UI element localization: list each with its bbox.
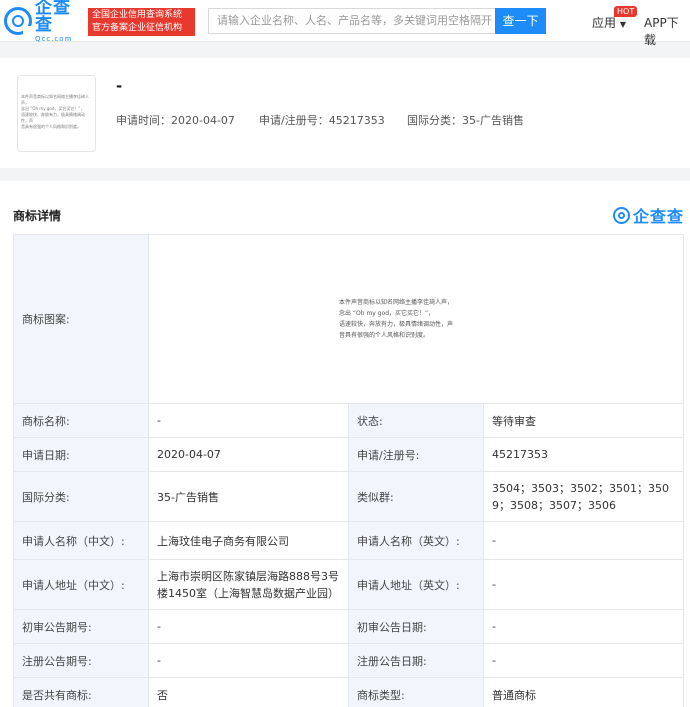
row-label: 申请人地址（中文）: [13, 559, 149, 610]
table-row: 初审公告期号: - 初审公告日期: - [13, 609, 685, 644]
trademark-image[interactable]: 本件声音商标以知名网络主播李佳琦人声， 念出 “Oh my god，买它买它！”… [147, 234, 685, 404]
qcc-logo[interactable]: 企查查 Qcc.com [4, 0, 86, 42]
trademark-details-table: 商标图案: 本件声音商标以知名网络主播李佳琦人声， 念出 “Oh my god，… [13, 234, 685, 707]
trademark-details-section: 商标详情 企查查 商标图案: 本件声音商标以知名网络主播李佳琦人声， 念出 “O… [0, 181, 690, 707]
brand-name: 企查查 [633, 207, 685, 226]
status-value: 等待审查 [482, 403, 685, 438]
trademark-image-text: 本件声音商标以知名网络主播李佳琦人声， 念出 “Oh my god，买它买它！”… [339, 297, 499, 341]
apply-time-label: 申请时间： [116, 114, 171, 127]
row-label: 商标类型: [348, 677, 484, 707]
table-row: 申请人地址（中文）: 上海市崇明区陈家镇层海路888号3号楼1450室（上海智慧… [13, 559, 685, 610]
thumb-line: 本件声音商标以知名网络主播李佳琦人声， [21, 94, 89, 105]
table-row: 商标名称: - 状态: 等待审查 [13, 403, 685, 438]
row-value: - [148, 643, 349, 678]
row-value: 35-广告销售 [148, 471, 349, 522]
row-label: 初审公告日期: [348, 609, 484, 644]
similar-groups-value: 3504；3503；3502；3501；3509；3508；3507；3506 [482, 471, 685, 522]
row-label: 注册公告日期: [348, 643, 484, 678]
thumb-line: 语速较快，奔放有力，极具情绪调动性，声 [21, 112, 85, 123]
apply-time-value: 2020-04-07 [171, 114, 235, 127]
table-row: 国际分类: 35-广告销售 类似群: 3504；3503；3502；3501；3… [13, 471, 685, 522]
search-button[interactable]: 查一下 [495, 8, 546, 34]
qcc-brand-logo: 企查查 [613, 203, 684, 227]
apps-menu-label: 应用 [592, 16, 617, 30]
qcc-logo-icon [4, 7, 32, 35]
row-label: 国际分类: [13, 471, 149, 522]
row-label: 初审公告期号: [13, 609, 149, 644]
badge-line-1: 全国企业信用查询系统 [92, 10, 183, 20]
applicant-address-value: 上海市崇明区陈家镇层海路888号3号楼1450室（上海智慧岛数据产业园） [148, 559, 349, 610]
row-label: 是否共有商标: [13, 677, 149, 707]
row-label: 申请日期: [13, 437, 149, 472]
row-value: 45217353 [482, 437, 685, 472]
row-label: 申请/注册号: [348, 437, 484, 472]
logo-name-cn: 企查查 [35, 0, 71, 35]
class-label: 国际分类： [407, 114, 462, 127]
reg-no-value: 45217353 [328, 114, 385, 127]
badge-line-2: 官方备案企业征信机构 [92, 23, 183, 33]
table-row: 商标图案: 本件声音商标以知名网络主播李佳琦人声， 念出 “Oh my god，… [13, 234, 685, 404]
row-value: - [482, 609, 685, 644]
logo-name-en: Qcc.com [35, 34, 73, 43]
row-label: 申请人名称（中文）: [13, 521, 149, 560]
reg-no-label: 申请/注册号： [259, 114, 329, 127]
row-value: - [148, 609, 349, 644]
table-row: 是否共有商标: 否 商标类型: 普通商标 [13, 677, 685, 707]
row-label: 类似群: [348, 471, 484, 522]
row-value: 普通商标 [482, 677, 685, 707]
row-value: - [482, 559, 685, 610]
official-badge: 全国企业信用查询系统 官方备案企业征信机构 [88, 8, 195, 36]
row-value: - [482, 521, 685, 560]
table-row: 申请人名称（中文）: 上海玟佳电子商务有限公司 申请人名称（英文）: - [13, 521, 685, 560]
row-value: - [482, 643, 685, 678]
international-class: 国际分类：35-广告销售 [407, 112, 524, 128]
image-text-line: 语速较快，奔放有力，极具情绪调动性，声 [339, 321, 454, 328]
app-download-link[interactable]: APP下载 [644, 14, 690, 48]
image-text-line: 本件声音商标以知名网络主播李佳琦人声， [339, 299, 454, 306]
class-value: 35-广告销售 [462, 114, 524, 127]
chevron-down-icon: ▼ [619, 20, 626, 29]
top-navigation-bar: 企查查 Qcc.com 全国企业信用查询系统 官方备案企业征信机构 请输入企业名… [0, 0, 690, 47]
applicant-name-link[interactable]: 上海玟佳电子商务有限公司 [148, 521, 349, 560]
row-label: 商标名称: [13, 403, 149, 438]
row-value: 否 [148, 677, 349, 707]
table-row: 注册公告期号: - 注册公告日期: - [13, 643, 685, 678]
hot-badge: HOT [614, 6, 638, 17]
image-text-line: 念出 “Oh my god，买它买它！”， [339, 310, 435, 317]
registration-number: 申请/注册号：45217353 [259, 112, 385, 128]
image-text-line: 音具有很强的个人风格和识别度。 [339, 332, 430, 339]
image-label: 商标图案: [13, 234, 149, 404]
row-label: 状态: [348, 403, 484, 438]
trademark-title: - [116, 77, 123, 95]
row-value: - [148, 403, 349, 438]
row-label: 申请人名称（英文）: [348, 521, 484, 560]
row-label: 注册公告期号: [13, 643, 149, 678]
qcc-logo-icon [613, 206, 630, 224]
row-value: 2020-04-07 [148, 437, 349, 472]
table-row: 申请日期: 2020-04-07 申请/注册号: 45217353 [13, 437, 685, 472]
search-input[interactable]: 请输入企业名称、人名、产品名等，多关键词用空格隔开 [208, 8, 495, 34]
apply-time: 申请时间：2020-04-07 [116, 112, 235, 128]
trademark-summary-card: 本件声音商标以知名网络主播李佳琦人声， 念出 “Oh my god，买它买它！”… [0, 58, 690, 168]
thumb-line: 音具有很强的个人风格和识别度。 [21, 124, 81, 129]
trademark-thumbnail[interactable]: 本件声音商标以知名网络主播李佳琦人声， 念出 “Oh my god，买它买它！”… [17, 75, 96, 152]
row-label: 申请人地址（英文）: [348, 559, 484, 610]
section-title: 商标详情 [13, 209, 62, 223]
